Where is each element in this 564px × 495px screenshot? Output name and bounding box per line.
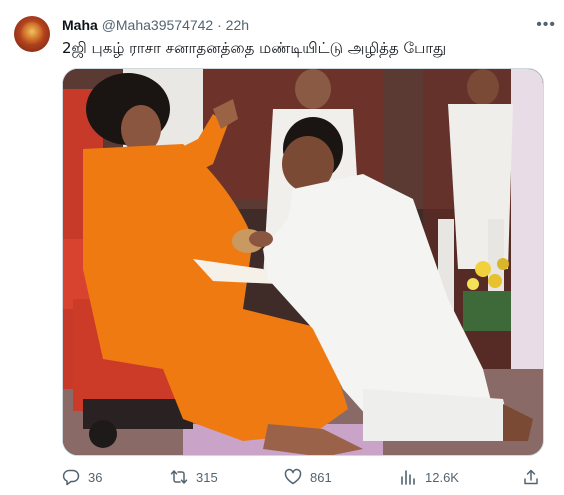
share-icon: [522, 468, 540, 486]
retweet-count: 315: [196, 469, 218, 485]
tweet-time[interactable]: 22h: [226, 17, 249, 33]
analytics-icon: [399, 468, 417, 486]
reply-button[interactable]: 36: [62, 466, 102, 488]
views-button[interactable]: 12.6K: [399, 466, 459, 488]
view-count: 12.6K: [425, 469, 459, 485]
retweet-button[interactable]: 315: [170, 466, 218, 488]
tweet-header: Maha @Maha39574742 · 22h: [62, 15, 550, 35]
avatar[interactable]: [14, 16, 50, 52]
tweet-text: 2ஜி புகழ் ராசா சனாதனத்தை மண்டியிட்டு அழி…: [62, 39, 447, 57]
author-name[interactable]: Maha: [62, 17, 98, 33]
heart-icon: [284, 468, 302, 486]
author-handle[interactable]: @Maha39574742: [102, 17, 214, 33]
retweet-icon: [170, 468, 188, 486]
like-count: 861: [310, 469, 332, 485]
reply-count: 36: [88, 469, 103, 485]
share-button[interactable]: [522, 466, 548, 488]
tweet-photo[interactable]: [62, 68, 544, 456]
header-separator: ·: [217, 17, 222, 33]
tweet-actions: 36 315 861 12.6K: [62, 466, 544, 488]
photo-scene: [63, 69, 543, 455]
like-button[interactable]: 861: [284, 466, 332, 488]
avatar-image: [21, 22, 43, 46]
more-icon[interactable]: •••: [536, 16, 556, 34]
comment-icon: [62, 468, 80, 486]
tweet-card[interactable]: Maha @Maha39574742 · 22h ••• 2ஜி புகழ் ர…: [0, 0, 564, 495]
